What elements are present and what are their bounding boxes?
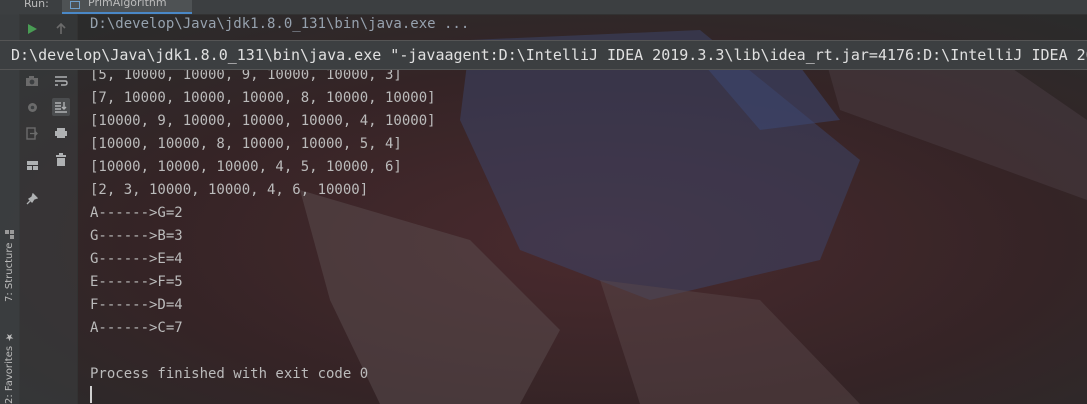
layout-button[interactable] [23,156,41,174]
console-tab-icon [70,1,80,9]
print-button[interactable] [52,124,70,142]
favorites-tab[interactable]: 2: Favorites ★ [1,320,18,404]
console-line: A------>C=7 [90,320,183,336]
layout-icon [26,160,38,170]
console-line: F------>D=4 [90,297,183,313]
settings-icon [27,102,37,112]
star-icon: ★ [4,330,15,342]
favorites-tab-label: 2: Favorites [4,345,15,404]
console-line: A------>G=2 [90,205,183,221]
console-line: E------>F=5 [90,274,183,290]
console-line: G------>E=4 [90,251,183,267]
text-caret [90,386,92,403]
trash-icon [56,153,66,166]
console-line: [10000, 9, 10000, 10000, 10000, 4, 10000… [90,113,436,129]
structure-tab[interactable]: 7: Structure [1,222,18,302]
run-tab-label: PrimAlgorithm [88,0,167,9]
console-line: Process finished with exit code 0 [90,366,369,382]
soft-wrap-icon [55,76,68,86]
camera-icon [26,76,38,86]
console-command-line: D:\develop\Java\jdk1.8.0_131\bin\java.ex… [90,16,470,32]
scroll-to-end-button[interactable] [52,98,70,116]
up-arrow-icon [56,23,66,34]
soft-wrap-button[interactable] [52,72,70,90]
console-line: [10000, 10000, 8, 10000, 10000, 5, 4] [90,136,402,152]
run-button[interactable] [23,20,41,38]
run-label: Run: [24,0,49,10]
run-panel-header: Run: PrimAlgorithm [0,0,1087,15]
scroll-to-end-icon [55,102,67,113]
clear-all-button[interactable] [52,151,70,169]
structure-tab-label: 7: Structure [4,242,15,302]
print-icon [55,128,67,138]
up-button[interactable] [52,20,70,38]
run-toolbar [19,14,78,404]
dump-threads-button[interactable] [23,72,41,90]
settings-button[interactable] [23,98,41,116]
command-tooltip-text: D:\develop\Java\jdk1.8.0_131\bin\java.ex… [11,46,1087,64]
command-tooltip: D:\develop\Java\jdk1.8.0_131\bin\java.ex… [0,40,1087,70]
run-icon [28,24,37,34]
console-output[interactable]: [5, 10000, 10000, 9, 10000, 10000, 3] [7,… [90,64,436,386]
console-line: [2, 3, 10000, 10000, 4, 6, 10000] [90,182,369,198]
exit-button[interactable] [23,124,41,142]
console-line: [10000, 10000, 10000, 4, 5, 10000, 6] [90,159,402,175]
pin-tab-button[interactable] [23,190,41,208]
console-line: G------>B=3 [90,228,183,244]
console-line: [7, 10000, 10000, 10000, 8, 10000, 10000… [90,90,436,106]
pin-icon [26,193,38,205]
structure-icon [5,229,14,239]
run-tab[interactable]: PrimAlgorithm [62,0,192,14]
exit-icon [26,126,38,140]
